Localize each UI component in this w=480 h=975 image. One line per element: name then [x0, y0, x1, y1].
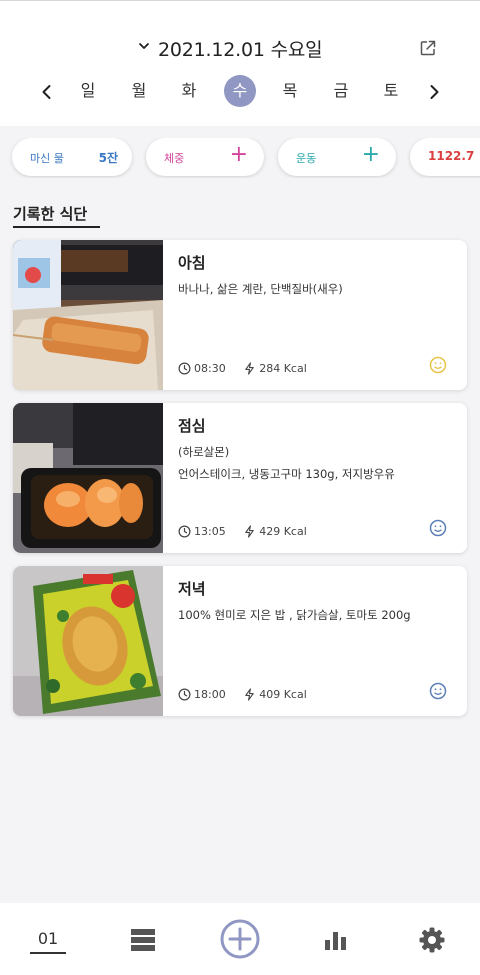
meal-name: 점심 [178, 417, 206, 435]
day-wed-selected[interactable]: 수 [224, 75, 256, 107]
meal-description: 바나나, 삶은 계란, 단백질바(새우) [178, 278, 458, 300]
day-fri[interactable]: 금 [325, 75, 357, 107]
meal-card-dinner[interactable]: 저녁 100% 현미로 지은 밥 , 닭가슴살, 토마토 200g 18:00 … [13, 566, 467, 716]
add-exercise-icon[interactable]: + [362, 144, 380, 166]
bar-chart-icon [325, 932, 346, 950]
tab-today[interactable]: 01 [22, 903, 74, 975]
meal-description-line: (하로살몬) [178, 445, 230, 459]
meal-name: 아침 [178, 254, 206, 272]
week-selector: 일 월 화 수 목 금 토 [0, 75, 480, 109]
today-label: 01 [37, 929, 59, 948]
meal-meta: 18:00 409 Kcal [178, 687, 307, 703]
clock-icon [178, 362, 191, 374]
water-pill[interactable]: 마신 물 5잔 [12, 138, 132, 176]
smile-icon [429, 356, 447, 374]
calories-pill[interactable]: 1122.7 [410, 138, 480, 176]
tab-add[interactable] [219, 903, 261, 975]
meal-calories: 429 Kcal [259, 524, 307, 538]
meal-photo-breakfast [13, 240, 163, 390]
meal-description-line: 100% 현미로 지은 밥 , 닭가슴살, 토마토 200g [178, 608, 411, 622]
meal-description-line: 바나나, 삶은 계란, 단백질바(새우) [178, 282, 343, 296]
meal-card-lunch[interactable]: 점심 (하로살몬) 언어스테이크, 냉동고구마 130g, 저지방우유 13:0… [13, 403, 467, 553]
meal-calories: 409 Kcal [259, 687, 307, 701]
date-selector[interactable]: 2021.12.01 수요일 [0, 29, 480, 69]
meal-photo-dinner [13, 566, 163, 716]
next-week-icon[interactable] [424, 82, 444, 102]
meal-time: 13:05 [194, 524, 226, 538]
clock-icon [178, 688, 191, 700]
section-underline [13, 226, 100, 228]
day-tue[interactable]: 화 [173, 75, 205, 107]
clock-icon [178, 525, 191, 537]
meal-time: 18:00 [194, 687, 226, 701]
external-link-icon[interactable] [418, 38, 438, 58]
meal-meta: 08:30 284 Kcal [178, 361, 307, 377]
weight-label: 체중 [164, 152, 185, 165]
bottom-nav: 01 [0, 903, 480, 975]
meal-card-breakfast[interactable]: 아침 바나나, 삶은 계란, 단백질바(새우) 08:30 284 Kcal [13, 240, 467, 390]
meal-photo-lunch [13, 403, 163, 553]
lightning-icon [245, 524, 254, 538]
exercise-label: 운동 [296, 152, 317, 165]
meal-name: 저녁 [178, 580, 206, 598]
daily-summary: 마신 물 5잔 체중 + 운동 + 1122.7 [0, 138, 480, 178]
date-title[interactable]: 2021.12.01 수요일 [158, 35, 323, 62]
tab-stats[interactable] [323, 903, 349, 975]
header: 2021.12.01 수요일 일 월 화 수 목 금 토 [0, 0, 480, 126]
meal-description-line: 언어스테이크, 냉동고구마 130g, 저지방우유 [178, 467, 395, 481]
meal-calories: 284 Kcal [259, 361, 307, 375]
water-value: 5잔 [98, 151, 118, 165]
exercise-pill[interactable]: 운동 + [278, 138, 396, 176]
gear-icon [419, 927, 445, 953]
tab-list[interactable] [128, 903, 158, 975]
meal-description: 100% 현미로 지은 밥 , 닭가슴살, 토마토 200g [178, 604, 458, 626]
day-sun[interactable]: 일 [72, 75, 104, 107]
list-icon [131, 929, 155, 951]
water-label: 마신 물 [30, 152, 64, 165]
calories-value: 1122.7 [428, 149, 475, 163]
previous-week-icon[interactable] [37, 82, 57, 102]
smile-icon [429, 519, 447, 537]
add-weight-icon[interactable]: + [230, 144, 248, 166]
tab-settings[interactable] [418, 903, 446, 975]
day-mon[interactable]: 월 [123, 75, 155, 107]
meal-description: (하로살몬) 언어스테이크, 냉동고구마 130g, 저지방우유 [178, 441, 458, 485]
section-title: 기록한 식단 [13, 205, 88, 223]
meal-time: 08:30 [194, 361, 226, 375]
chevron-down-icon[interactable] [137, 39, 151, 53]
lightning-icon [245, 361, 254, 375]
meal-meta: 13:05 429 Kcal [178, 524, 307, 540]
weight-pill[interactable]: 체중 + [146, 138, 264, 176]
add-circle-icon [220, 919, 260, 959]
day-sat[interactable]: 토 [375, 75, 407, 107]
day-thu[interactable]: 목 [274, 75, 306, 107]
smile-icon [429, 682, 447, 700]
lightning-icon [245, 687, 254, 701]
